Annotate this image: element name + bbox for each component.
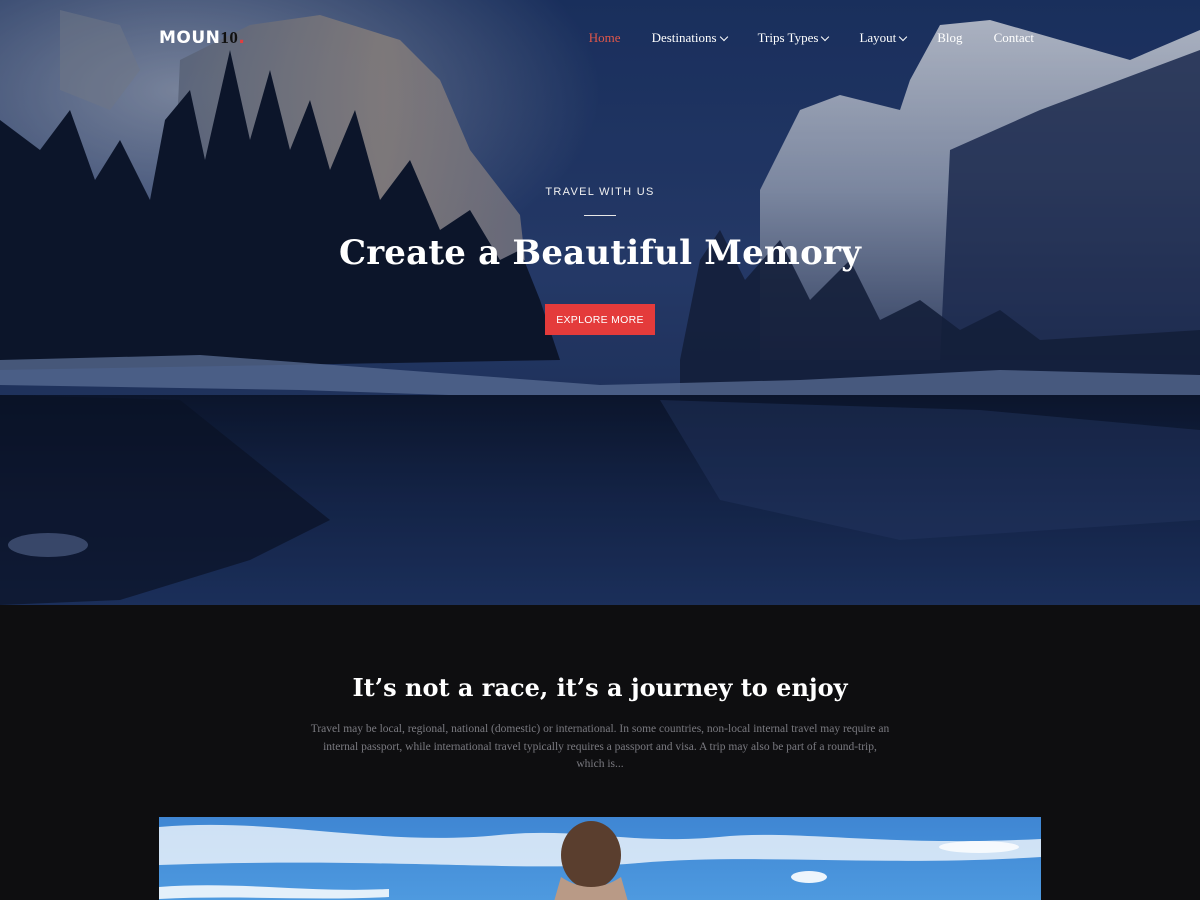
logo-text: MOUN xyxy=(159,28,221,48)
chevron-down-icon xyxy=(899,32,908,41)
intro-section: It’s not a race, it’s a journey to enjoy… xyxy=(0,605,1200,900)
explore-more-button[interactable]: EXPLORE MORE xyxy=(545,304,655,335)
nav-label: Home xyxy=(588,30,621,45)
section-title: It’s not a race, it’s a journey to enjoy xyxy=(352,673,848,702)
section-description: Travel may be local, regional, national … xyxy=(310,723,890,770)
nav-item-destinations[interactable]: Destinations xyxy=(651,30,728,46)
logo-number: 10 xyxy=(220,28,239,47)
featured-image[interactable] xyxy=(159,817,1041,900)
chevron-down-icon xyxy=(719,32,728,41)
hero-divider xyxy=(584,215,616,216)
nav-item-layout[interactable]: Layout xyxy=(859,30,908,46)
hero-banner: MOUN10. Home Destinations Trips Types La… xyxy=(0,0,1200,605)
hero-headline: Create a Beautiful Memory xyxy=(338,233,862,273)
site-logo[interactable]: MOUN10. xyxy=(159,28,245,48)
nav-item-trips-types[interactable]: Trips Types xyxy=(757,30,830,46)
nav-item-blog[interactable]: Blog xyxy=(937,30,962,46)
nav-item-home[interactable]: Home xyxy=(589,30,621,46)
hero-eyebrow: TRAVEL WITH US xyxy=(545,186,655,198)
logo-dot: . xyxy=(238,28,246,48)
nav-label: Layout xyxy=(859,30,897,45)
nav-label: Trips Types xyxy=(757,30,819,45)
hero-background-image xyxy=(0,0,1200,605)
nav-label: Blog xyxy=(937,30,963,45)
nav-item-contact[interactable]: Contact xyxy=(994,30,1034,46)
nav-label: Contact xyxy=(993,30,1034,45)
chevron-down-icon xyxy=(821,32,830,41)
nav-label: Destinations xyxy=(651,30,717,45)
featured-photo-graphic xyxy=(159,817,1041,900)
main-navigation: Home Destinations Trips Types Layout Blo… xyxy=(558,30,1034,46)
